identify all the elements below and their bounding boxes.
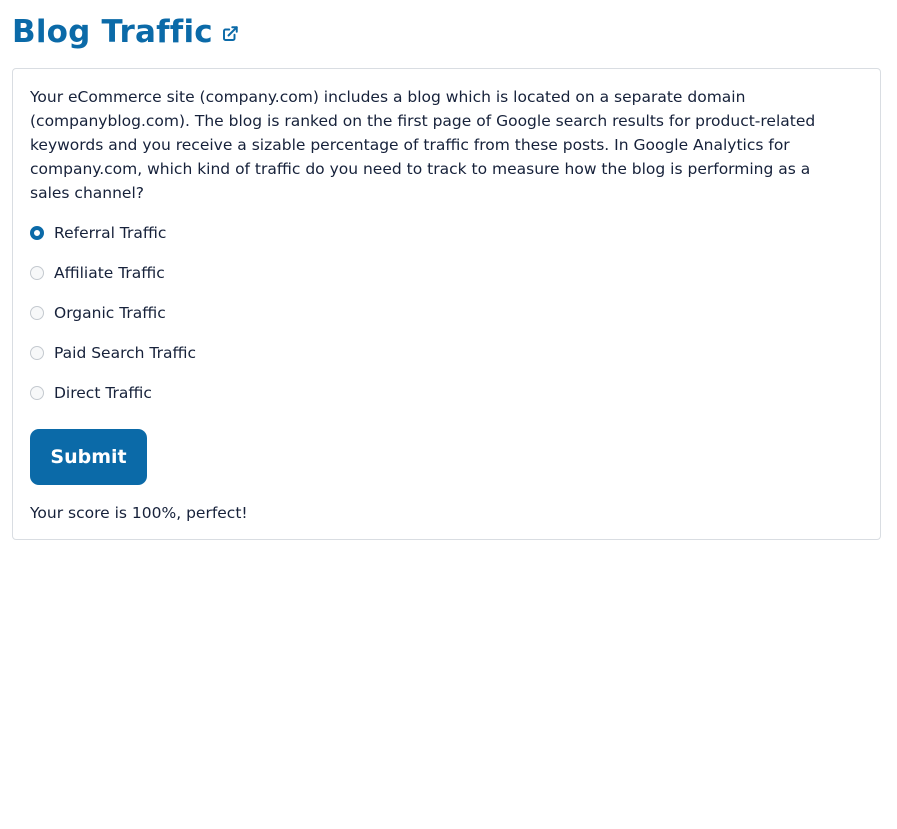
answer-options: Referral Traffic Affiliate Traffic Organ… <box>30 221 196 421</box>
radio-button[interactable] <box>30 266 44 280</box>
option-label: Referral Traffic <box>54 224 167 242</box>
option-referral-traffic[interactable]: Referral Traffic <box>30 221 196 245</box>
option-label: Paid Search Traffic <box>54 344 196 362</box>
option-paid-search-traffic[interactable]: Paid Search Traffic <box>30 341 196 365</box>
radio-button-selected[interactable] <box>30 226 44 240</box>
title-row: Blog Traffic <box>12 10 239 54</box>
external-link-icon[interactable] <box>221 25 239 43</box>
submit-button[interactable]: Submit <box>30 429 147 485</box>
option-label: Direct Traffic <box>54 384 152 402</box>
option-label: Organic Traffic <box>54 304 166 322</box>
score-message: Your score is 100%, perfect! <box>30 504 248 522</box>
page-title: Blog Traffic <box>12 14 213 50</box>
quiz-card: Your eCommerce site (company.com) includ… <box>12 68 881 540</box>
question-text: Your eCommerce site (company.com) includ… <box>30 88 816 202</box>
radio-button[interactable] <box>30 346 44 360</box>
option-direct-traffic[interactable]: Direct Traffic <box>30 381 196 405</box>
radio-button[interactable] <box>30 306 44 320</box>
option-label: Affiliate Traffic <box>54 264 165 282</box>
option-affiliate-traffic[interactable]: Affiliate Traffic <box>30 261 196 285</box>
radio-button[interactable] <box>30 386 44 400</box>
option-organic-traffic[interactable]: Organic Traffic <box>30 301 196 325</box>
